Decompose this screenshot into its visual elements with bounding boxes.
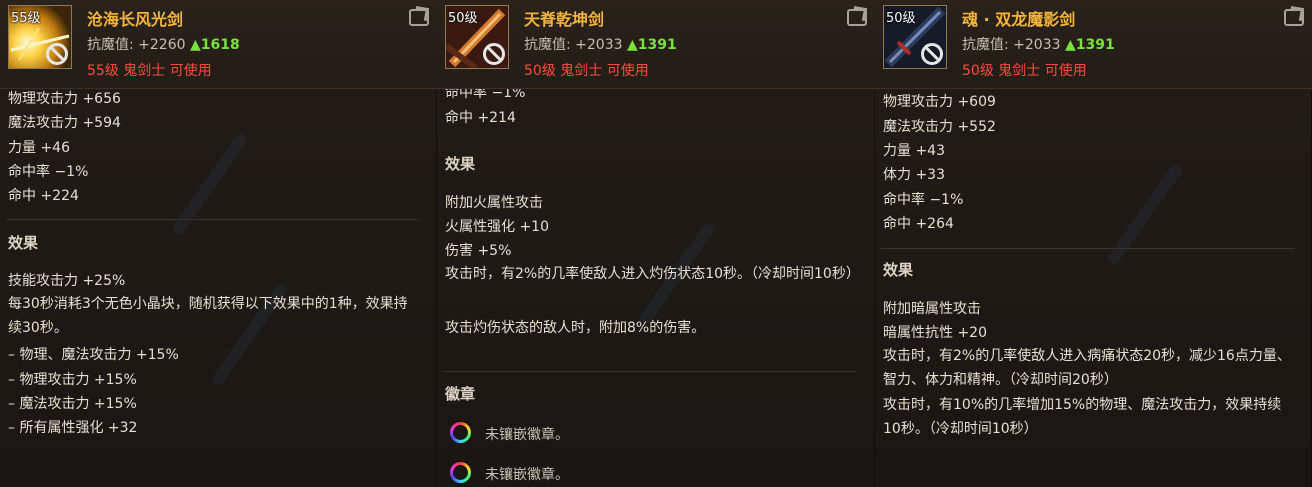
emblem-slot-icon[interactable] <box>450 462 471 483</box>
emblem-slot-label: 未镶嵌徽章。 <box>485 427 569 443</box>
tooltip-header: 55级 沧海长风光剑 抗魔值: +2260 ▲1618 55级 鬼剑士 可使用 <box>0 0 437 89</box>
effect-line: – 物理攻击力 +15% <box>8 372 137 388</box>
forbidden-icon <box>483 43 505 65</box>
item-icon[interactable]: 50级 <box>445 5 509 69</box>
stat-line: 物理攻击力 +656 <box>8 91 121 107</box>
stat-line: 命中率 −1% <box>883 192 964 208</box>
item-level-tag: 50级 <box>886 11 916 26</box>
magic-resist: 抗魔值: +2033 ▲1391 <box>524 34 677 54</box>
stat-line: 力量 +43 <box>883 143 945 159</box>
magic-resist: 抗魔值: +2033 ▲1391 <box>962 34 1115 54</box>
stat-line: 魔法攻击力 +594 <box>8 115 121 131</box>
magic-resist-increase: ▲1391 <box>626 37 677 53</box>
item-icon[interactable]: 50级 <box>883 5 947 69</box>
forbidden-icon <box>921 43 943 65</box>
item-name: 沧海长风光剑 <box>87 10 184 29</box>
background-watermark <box>170 131 250 237</box>
item-level-tag: 50级 <box>448 11 478 26</box>
effect-line: 攻击时，有10%的几率增加15%的物理、魔法攻击力，效果持续10秒。（冷却时间1… <box>883 397 1282 437</box>
stat-line: 命中率 −1% <box>8 164 89 180</box>
magic-resist: 抗魔值: +2260 ▲1618 <box>87 34 240 54</box>
effect-line: 技能攻击力 +25% <box>8 273 126 289</box>
stat-line: 命中 +214 <box>445 110 516 126</box>
emblem-slot-label: 未镶嵌徽章。 <box>485 467 569 483</box>
effect-line: 攻击时，有2%的几率使敌人进入病痛状态20秒，减少16点力量、智力、体力和精神。… <box>883 348 1291 388</box>
tooltip-header: 50级 魂 · 双龙魔影剑 抗魔值: +2033 ▲1391 50级 鬼剑士 可… <box>875 0 1312 89</box>
stat-line: 体力 +33 <box>883 167 945 183</box>
magic-resist-label: 抗魔值: +2260 <box>87 37 186 53</box>
magic-resist-label: 抗魔值: +2033 <box>962 37 1061 53</box>
item-name: 天脊乾坤剑 <box>524 10 605 29</box>
effect-line: 攻击灼伤状态的敌人时，附加8%的伤害。 <box>445 320 706 336</box>
effect-line: 暗属性抗性 +20 <box>883 325 987 341</box>
stat-line: 命中 +264 <box>883 216 954 232</box>
share-icon[interactable] <box>847 9 867 26</box>
magic-resist-increase: ▲1391 <box>1064 37 1115 53</box>
item-level-tag: 55级 <box>11 11 41 26</box>
effect-line: 附加暗属性攻击 <box>883 301 981 317</box>
effect-line: 每30秒消耗3个无色小晶块，随机获得以下效果中的1种，效果持续30秒。 <box>8 296 408 336</box>
stat-line: 力量 +46 <box>8 140 70 156</box>
divider <box>881 248 1294 249</box>
item-tooltip-1: 55级 沧海长风光剑 抗魔值: +2260 ▲1618 55级 鬼剑士 可使用 … <box>0 0 437 487</box>
tooltip-body: 物理攻击力 +609 魔法攻击力 +552 力量 +43 体力 +33 命中率 … <box>875 88 1312 487</box>
emblem-slot-icon[interactable] <box>450 422 471 443</box>
item-tooltip-2: 50级 天脊乾坤剑 抗魔值: +2033 ▲1391 50级 鬼剑士 可使用 命… <box>437 0 875 487</box>
tooltip-body: 物理攻击力 +656 魔法攻击力 +594 力量 +46 命中率 −1% 命中 … <box>0 88 437 487</box>
effect-title: 效果 <box>8 234 39 252</box>
share-icon[interactable] <box>409 9 429 26</box>
stat-line: 命中 +224 <box>8 188 79 204</box>
stat-line: 魔法攻击力 +552 <box>883 119 996 135</box>
item-icon[interactable]: 55级 <box>8 5 72 69</box>
divider <box>6 219 419 220</box>
tooltip-header: 50级 天脊乾坤剑 抗魔值: +2033 ▲1391 50级 鬼剑士 可使用 <box>437 0 875 89</box>
effect-line: 攻击时，有2%的几率使敌人进入灼伤状态10秒。（冷却时间10秒） <box>445 266 860 282</box>
share-icon[interactable] <box>1284 9 1304 26</box>
effect-line: – 魔法攻击力 +15% <box>8 396 137 412</box>
effect-title: 效果 <box>445 155 476 173</box>
effect-line: 附加火属性攻击 <box>445 195 543 211</box>
item-tooltip-3: 50级 魂 · 双龙魔影剑 抗魔值: +2033 ▲1391 50级 鬼剑士 可… <box>875 0 1312 487</box>
magic-resist-label: 抗魔值: +2033 <box>524 37 623 53</box>
forbidden-icon <box>46 43 68 65</box>
stat-line: 物理攻击力 +609 <box>883 94 996 110</box>
background-watermark <box>1105 161 1185 267</box>
emblem-title: 徽章 <box>445 385 476 403</box>
magic-resist-increase: ▲1618 <box>189 37 240 53</box>
item-name: 魂 · 双龙魔影剑 <box>962 10 1076 29</box>
divider <box>443 371 857 372</box>
requirement: 55级 鬼剑士 可使用 <box>87 63 212 79</box>
effect-line: 伤害 +5% <box>445 243 512 259</box>
effect-line: – 所有属性强化 +32 <box>8 420 138 436</box>
requirement: 50级 鬼剑士 可使用 <box>962 63 1087 79</box>
effect-line: 火属性强化 +10 <box>445 219 549 235</box>
effect-line: – 物理、魔法攻击力 +15% <box>8 347 179 363</box>
tooltip-body: 命中率 −1% 命中 +214 效果 附加火属性攻击 火属性强化 +10 伤害 … <box>437 85 875 487</box>
effect-title: 效果 <box>883 261 914 279</box>
requirement: 50级 鬼剑士 可使用 <box>524 63 649 79</box>
